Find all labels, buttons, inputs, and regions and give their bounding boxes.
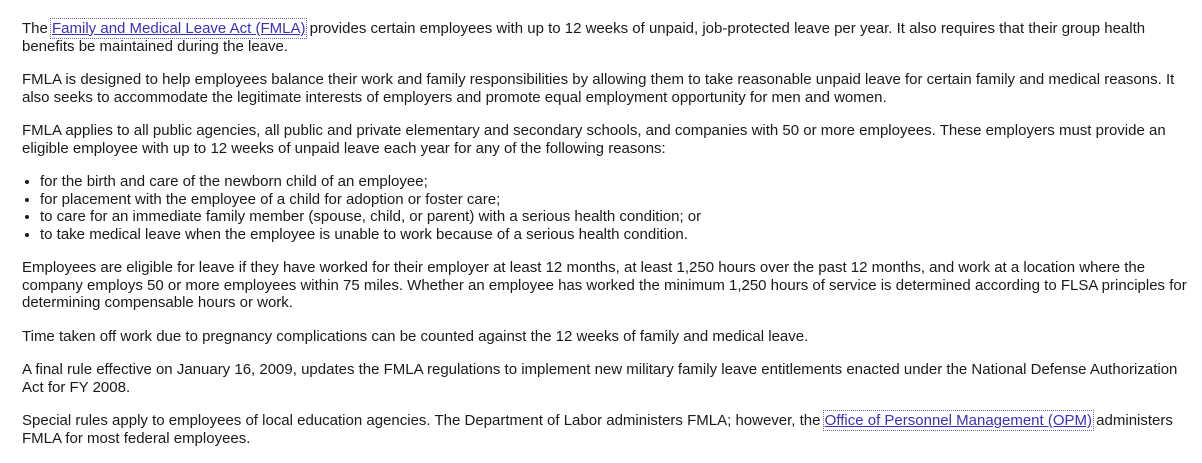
article-body: The Family and Medical Leave Act (FMLA) … — [22, 18, 1194, 463]
applicability-paragraph: FMLA applies to all public agencies, all… — [22, 122, 1166, 157]
pregnancy-paragraph: Time taken off work due to pregnancy com… — [22, 327, 809, 345]
intro-paragraph: The Family and Medical Leave Act (FMLA) … — [22, 18, 1146, 55]
opm-link[interactable]: Office of Personnel Management (OPM) — [822, 410, 1095, 431]
eligibility-paragraph: Employees are eligible for leave if they… — [22, 259, 1187, 311]
fmla-link[interactable]: Family and Medical Leave Act (FMLA) — [50, 18, 308, 39]
list-item: for placement with the employee of a chi… — [40, 191, 1194, 209]
list-item: to take medical leave when the employee … — [40, 226, 1194, 244]
list-item: for the birth and care of the newborn ch… — [40, 173, 1194, 191]
final-rule-paragraph: A final rule effective on January 16, 20… — [22, 361, 1178, 396]
purpose-paragraph: FMLA is designed to help employees balan… — [22, 71, 1175, 106]
list-item: to care for an immediate family member (… — [40, 208, 1194, 226]
reasons-list: for the birth and care of the newborn ch… — [22, 173, 1194, 243]
special-rules-paragraph: Special rules apply to employees of loca… — [22, 410, 1173, 447]
